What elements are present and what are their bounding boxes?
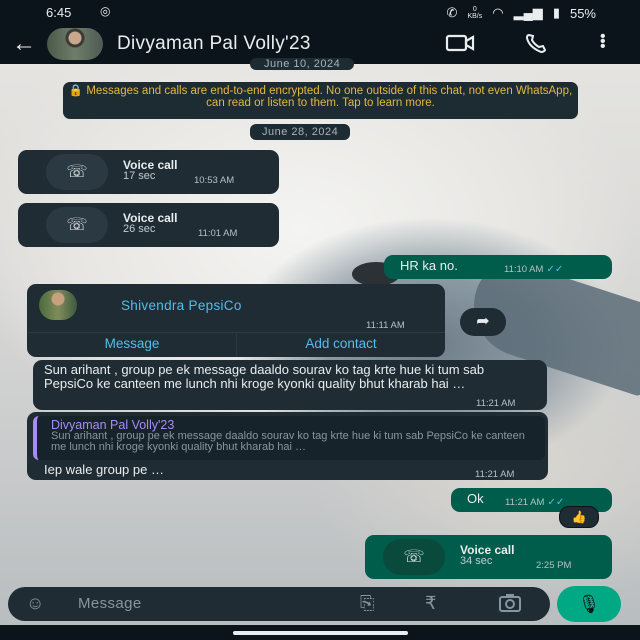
message-text: Ok bbox=[467, 491, 484, 506]
signal-icon: ▂▄▆ bbox=[513, 5, 543, 20]
read-ticks-icon: ✓✓ bbox=[547, 497, 565, 508]
call-duration: 34 sec bbox=[460, 555, 493, 567]
contact-avatar bbox=[39, 290, 77, 320]
home-handle[interactable] bbox=[233, 631, 408, 635]
contact-name[interactable]: Divyaman Pal Volly'23 bbox=[117, 33, 311, 55]
phone-icon[interactable] bbox=[524, 32, 550, 60]
call-duration: 17 sec bbox=[123, 170, 156, 182]
timestamp: 11:21 AM ✓✓ bbox=[505, 497, 565, 508]
notification-icon: ◎ bbox=[100, 4, 111, 18]
outgoing-call-icon: ☏ bbox=[383, 539, 445, 575]
wifi-icon: ◠ bbox=[492, 5, 504, 20]
call-duration: 26 sec bbox=[123, 223, 156, 235]
encryption-notice[interactable]: 🔒 Messages and calls are end-to-end encr… bbox=[63, 82, 578, 119]
forward-icon[interactable]: ➦ bbox=[460, 308, 506, 336]
vowifi-icon: ✆ bbox=[446, 5, 458, 20]
battery-percent: 55% bbox=[569, 5, 596, 21]
contact-card-header[interactable]: Shivendra PepsiCo 11:11 AM bbox=[28, 284, 445, 332]
timestamp: 10:53 AM bbox=[194, 175, 235, 186]
battery-icon: ▮ bbox=[552, 5, 560, 20]
quoted-text: Sun arihant , group pe ek message daaldo… bbox=[51, 430, 525, 453]
add-contact-button[interactable]: Add contact bbox=[237, 333, 445, 354]
timestamp: 11:21 AM bbox=[475, 469, 515, 480]
clock: 6:45 bbox=[46, 5, 72, 20]
timestamp: 11:10 AM ✓✓ bbox=[504, 264, 564, 275]
network-speed: 0 KB/s bbox=[467, 6, 483, 20]
avatar[interactable] bbox=[47, 28, 103, 60]
incoming-call-icon: ☏ bbox=[46, 207, 108, 243]
message-text: HR ka no. bbox=[400, 258, 458, 273]
thumbs-up-reaction[interactable]: 👍 bbox=[559, 506, 599, 528]
video-camera-icon[interactable] bbox=[445, 32, 475, 60]
outgoing-message[interactable]: HR ka no. 11:10 AM ✓✓ bbox=[384, 255, 612, 279]
contact-card-name: Shivendra PepsiCo bbox=[121, 298, 242, 313]
message-input-bar[interactable]: ☺ Message ⎘ ₹ bbox=[8, 587, 550, 621]
message-input[interactable]: Message bbox=[78, 595, 142, 612]
date-divider: June 10, 2024 bbox=[250, 58, 355, 70]
missed-call-icon: ☏ bbox=[46, 154, 108, 190]
voice-call-bubble[interactable]: ☏ Voice call 34 sec 2:25 PM bbox=[365, 535, 612, 579]
timestamp: 11:21 AM bbox=[476, 398, 516, 409]
more-vertical-icon[interactable]: • • • bbox=[600, 29, 606, 55]
back-arrow-icon[interactable]: ← bbox=[12, 30, 36, 58]
message-text: Iep wale group pe … bbox=[44, 462, 164, 477]
timestamp: 2:25 PM bbox=[536, 560, 572, 571]
date-divider: June 28, 2024 bbox=[250, 124, 351, 140]
attach-icon[interactable]: ⎘ bbox=[360, 593, 374, 614]
rupee-payment-icon[interactable]: ₹ bbox=[425, 593, 436, 614]
voice-call-bubble[interactable]: ☏ Voice call 26 sec 11:01 AM bbox=[18, 203, 279, 247]
voice-call-bubble[interactable]: ☏ Voice call 17 sec 10:53 AM bbox=[18, 150, 279, 194]
timestamp: 11:01 AM bbox=[198, 228, 238, 239]
camera-icon[interactable] bbox=[498, 593, 522, 618]
emoji-icon[interactable]: ☺ bbox=[26, 593, 44, 614]
message-contact-button[interactable]: Message bbox=[28, 333, 236, 354]
quoted-message[interactable]: Divyaman Pal Volly'23 Sun arihant , grou… bbox=[33, 416, 545, 460]
status-bar: 6:45 ◎ ✆ 0 KB/s ◠ ▂▄▆ ▮ 55% bbox=[0, 0, 640, 26]
timestamp: 11:11 AM bbox=[366, 320, 405, 331]
message-text: Sun arihant , group pe ek message daaldo… bbox=[44, 362, 485, 391]
microphone-icon[interactable]: 🎙 bbox=[557, 586, 621, 622]
read-ticks-icon: ✓✓ bbox=[546, 264, 564, 275]
incoming-message[interactable]: Sun arihant , group pe ek message daaldo… bbox=[33, 360, 547, 410]
